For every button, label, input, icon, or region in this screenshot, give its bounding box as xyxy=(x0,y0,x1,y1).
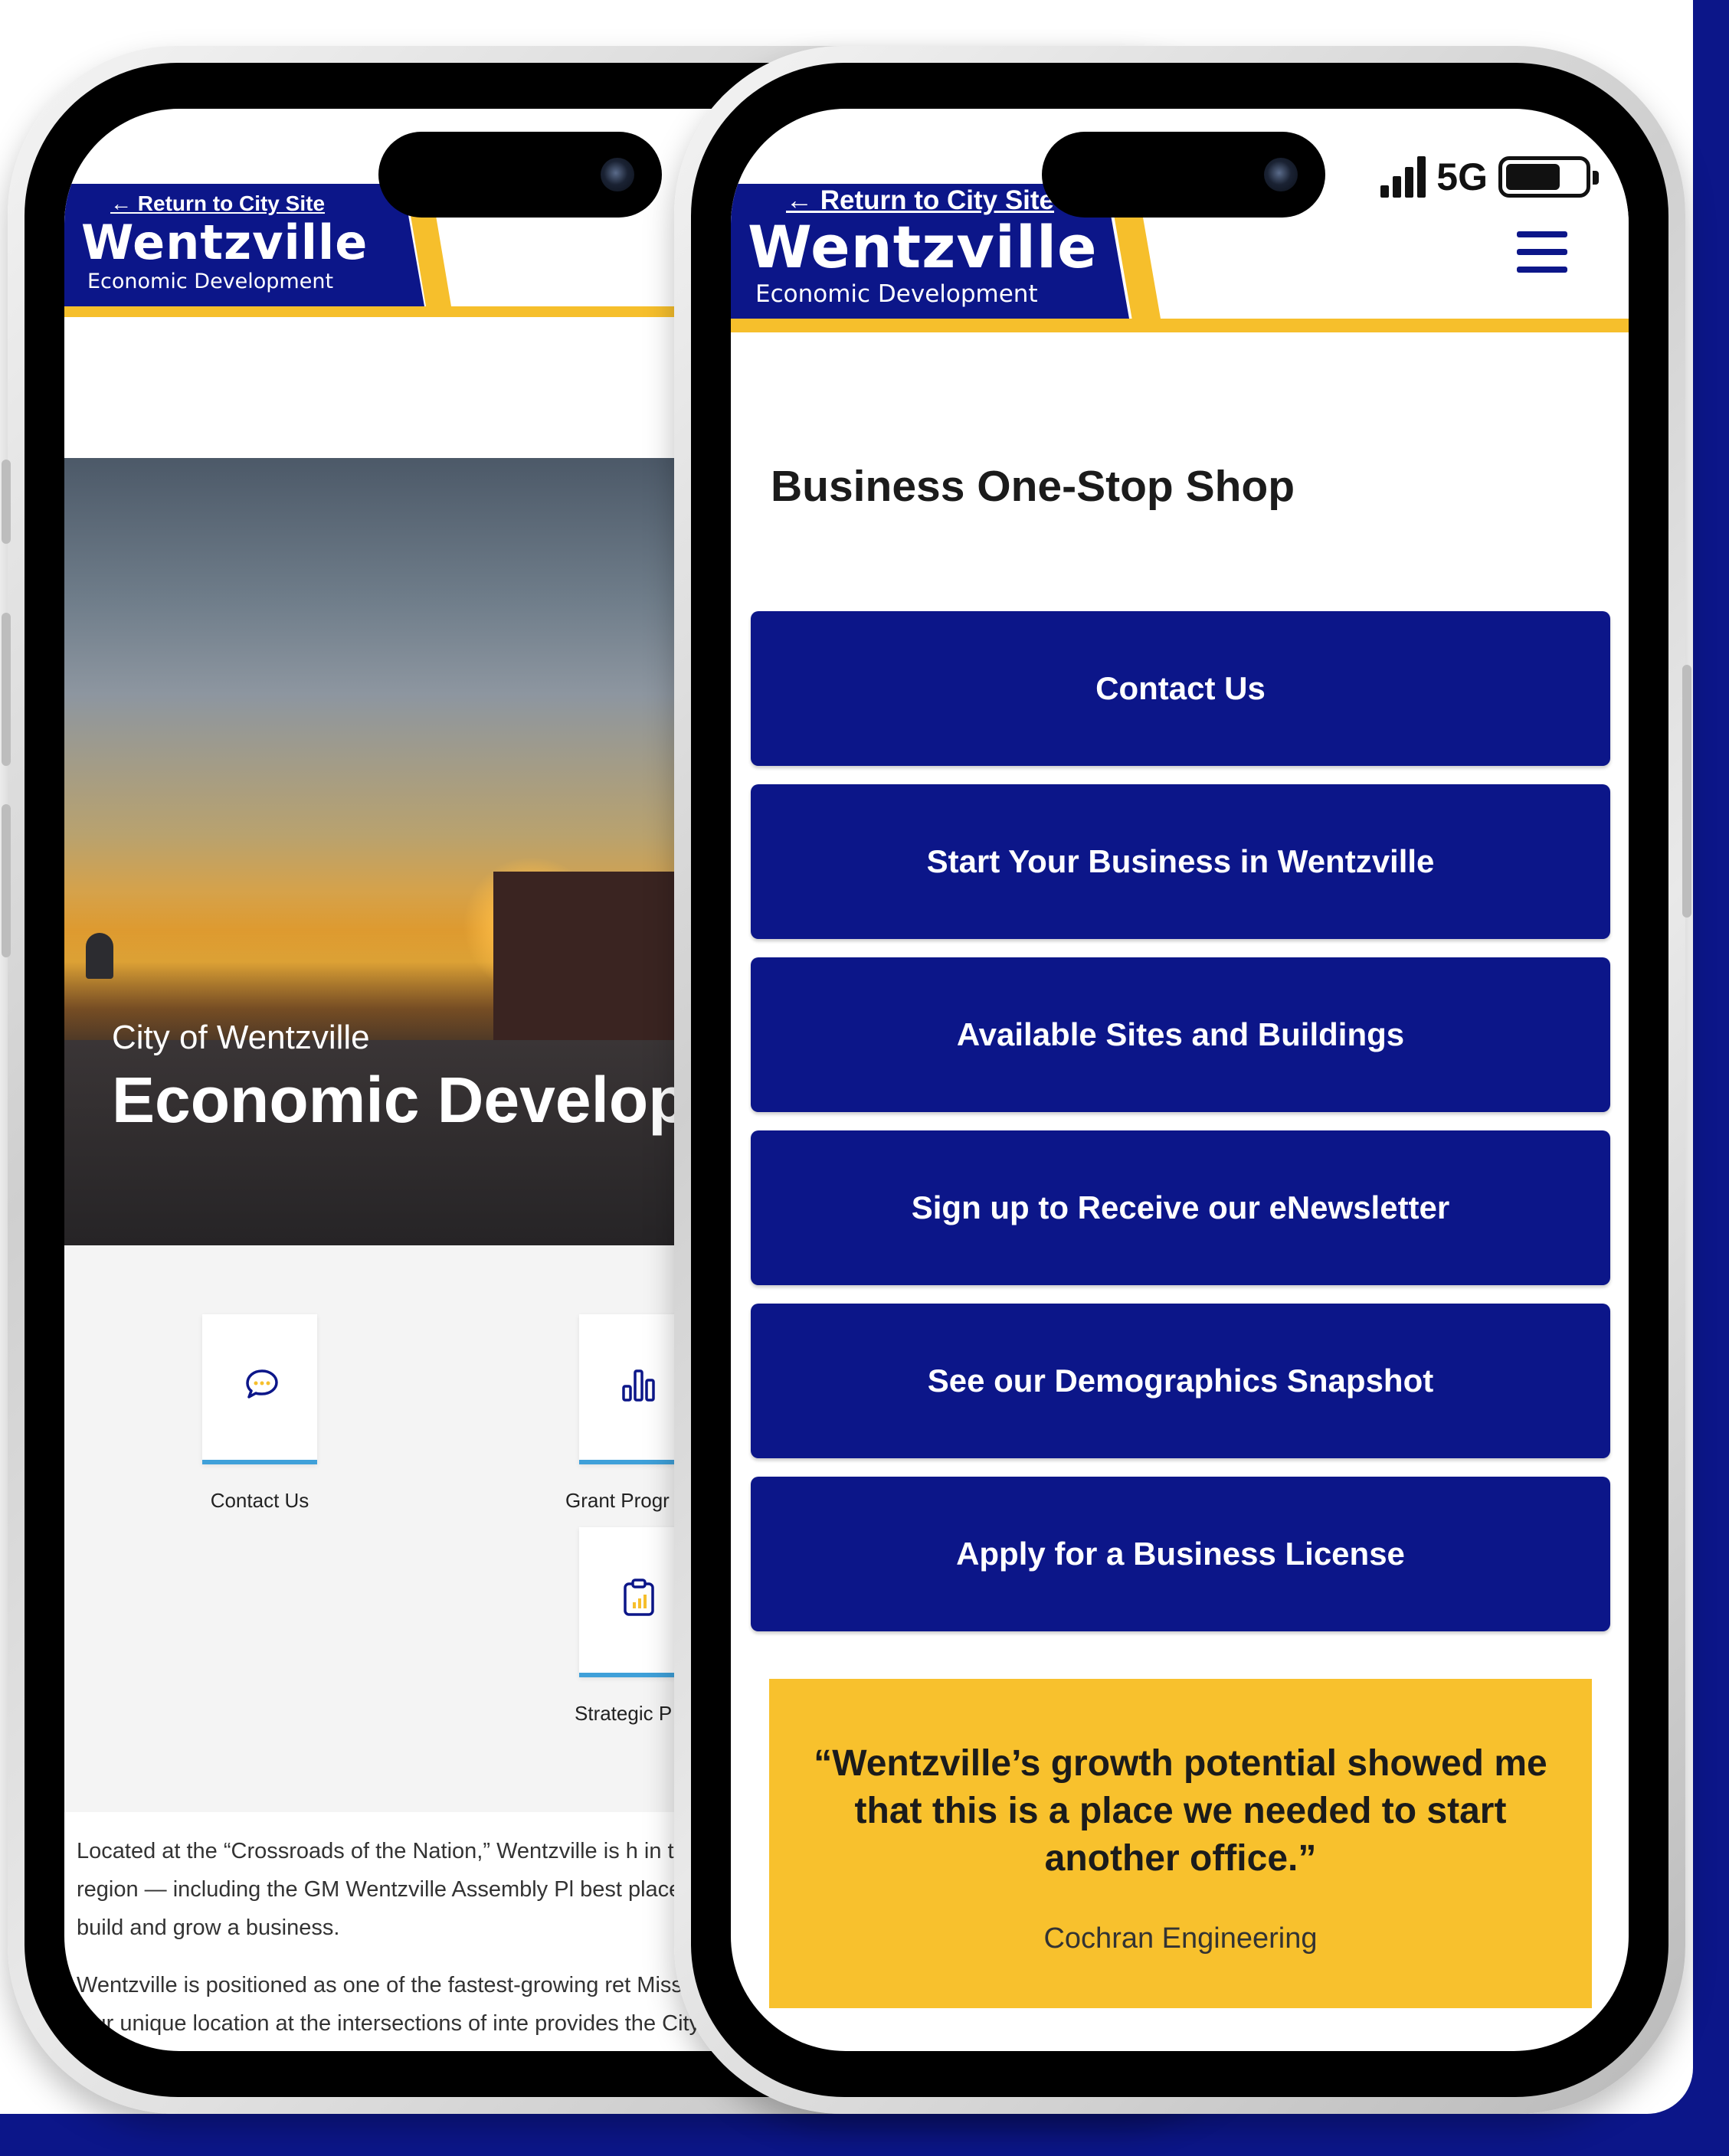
battery-icon xyxy=(1498,156,1599,198)
business-license-button[interactable]: Apply for a Business License xyxy=(751,1477,1610,1631)
brand-name[interactable]: Wentzville xyxy=(748,213,1098,281)
hamburger-menu-icon[interactable] xyxy=(1517,231,1567,273)
testimonial-card: “Wentzville’s growth potential showed me… xyxy=(769,1679,1592,2008)
signal-bars-icon xyxy=(1380,156,1426,198)
intro-paragraph: Located at the “Crossroads of the Nation… xyxy=(77,1839,718,1940)
network-indicator: 5G xyxy=(1436,155,1488,198)
hero-banner: City of Wentzville Economic Develop xyxy=(64,458,754,1245)
return-to-city-link[interactable]: ← Return to City Site xyxy=(786,185,1054,216)
dynamic-island xyxy=(378,132,662,218)
status-bar: 5G xyxy=(1380,155,1599,199)
quick-link-contact-us[interactable] xyxy=(202,1314,317,1464)
available-sites-button[interactable]: Available Sites and Buildings xyxy=(751,957,1610,1112)
section-title: Business One-Stop Shop xyxy=(771,462,1295,511)
right-phone-screen: 5G ← Return to City Site Wentzville Econ… xyxy=(731,109,1629,2051)
camera-icon xyxy=(601,158,634,191)
quick-links-section: Contact Us Grant Progr Strategic P xyxy=(64,1245,754,1812)
clipboard-chart-icon xyxy=(624,1579,654,1616)
header-gold-bar xyxy=(731,319,1629,332)
bar-chart-icon xyxy=(622,1369,655,1402)
hero-title: Economic Develop xyxy=(112,1064,688,1136)
demographics-snapshot-button[interactable]: See our Demographics Snapshot xyxy=(751,1304,1610,1458)
enewsletter-signup-button[interactable]: Sign up to Receive our eNewsletter xyxy=(751,1130,1610,1285)
dynamic-island xyxy=(1042,132,1325,218)
quick-link-label: Contact Us xyxy=(210,1489,309,1512)
right-phone-frame: 5G ← Return to City Site Wentzville Econ… xyxy=(674,46,1691,2114)
return-to-city-link[interactable]: ← Return to City Site xyxy=(110,191,325,216)
brand-name[interactable]: Wentzville xyxy=(81,214,368,270)
chat-icon xyxy=(246,1369,278,1399)
camera-icon xyxy=(1264,158,1298,191)
brand-subtitle: Economic Development xyxy=(755,280,1038,308)
start-business-button[interactable]: Start Your Business in Wentzville xyxy=(751,784,1610,939)
testimonial-author: Cochran Engineering xyxy=(1043,1922,1318,1955)
brand-subtitle: Economic Development xyxy=(87,270,334,293)
contact-us-button[interactable]: Contact Us xyxy=(751,611,1610,766)
testimonial-quote: “Wentzville’s growth potential showed me… xyxy=(814,1743,1547,1879)
intro-paragraph: Wentzville is positioned as one of the f… xyxy=(77,1973,746,2051)
brand-block: ← Return to City Site Wentzville Economi… xyxy=(64,184,424,306)
hero-subtitle: City of Wentzville xyxy=(112,1019,370,1056)
